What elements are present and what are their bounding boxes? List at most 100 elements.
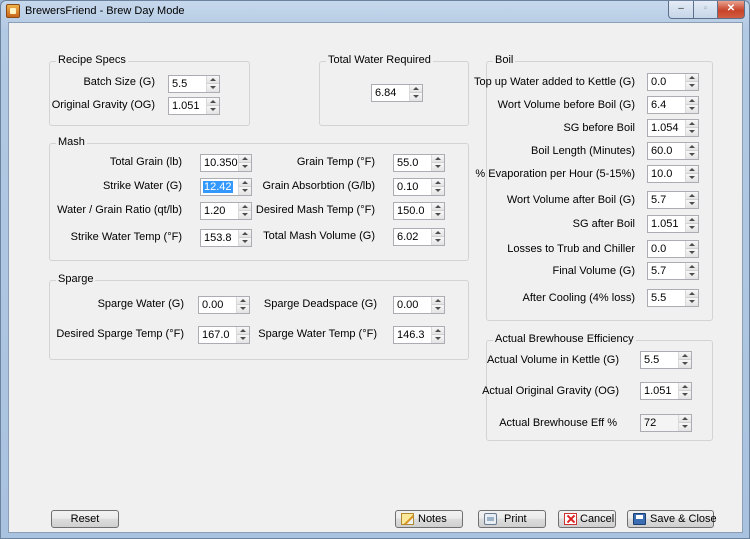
notes-button[interactable]: Notes bbox=[395, 510, 463, 528]
spin-down-icon[interactable] bbox=[239, 163, 251, 171]
spin-arrows-icon[interactable] bbox=[678, 383, 691, 399]
spin-up-icon[interactable] bbox=[686, 97, 698, 105]
boil-length-field[interactable]: 60.0 bbox=[647, 142, 699, 160]
spin-arrows-icon[interactable] bbox=[238, 179, 251, 195]
spin-up-icon[interactable] bbox=[432, 179, 444, 187]
spin-down-icon[interactable] bbox=[237, 335, 249, 343]
spin-arrows-icon[interactable] bbox=[678, 352, 691, 368]
spin-up-icon[interactable] bbox=[239, 203, 251, 211]
spin-down-icon[interactable] bbox=[432, 237, 444, 245]
spin-arrows-icon[interactable] bbox=[685, 192, 698, 208]
title-bar[interactable]: BrewersFriend - Brew Day Mode – ▫ ✕ bbox=[1, 1, 749, 21]
spin-up-icon[interactable] bbox=[432, 229, 444, 237]
spin-down-icon[interactable] bbox=[410, 93, 422, 101]
spin-down-icon[interactable] bbox=[239, 211, 251, 219]
spin-up-icon[interactable] bbox=[239, 179, 251, 187]
evaporation-field[interactable]: 10.0 bbox=[647, 165, 699, 183]
spin-down-icon[interactable] bbox=[679, 391, 691, 399]
spin-up-icon[interactable] bbox=[432, 203, 444, 211]
spin-down-icon[interactable] bbox=[686, 200, 698, 208]
spin-arrows-icon[interactable] bbox=[431, 155, 444, 171]
minimize-button[interactable]: – bbox=[668, 1, 694, 19]
spin-arrows-icon[interactable] bbox=[236, 327, 249, 343]
top-up-water-field[interactable]: 0.0 bbox=[647, 73, 699, 91]
sg-before-boil-field[interactable]: 1.054 bbox=[647, 119, 699, 137]
desired-sparge-temp-field[interactable]: 167.0 bbox=[198, 326, 250, 344]
spin-up-icon[interactable] bbox=[239, 230, 251, 238]
spin-down-icon[interactable] bbox=[679, 360, 691, 368]
print-button[interactable]: Print bbox=[478, 510, 546, 528]
spin-arrows-icon[interactable] bbox=[236, 297, 249, 313]
spin-down-icon[interactable] bbox=[686, 151, 698, 159]
spin-up-icon[interactable] bbox=[686, 241, 698, 249]
final-volume-field[interactable]: 5.7 bbox=[647, 262, 699, 280]
spin-down-icon[interactable] bbox=[432, 187, 444, 195]
sparge-water-field[interactable]: 0.00 bbox=[198, 296, 250, 314]
sparge-deadspace-field[interactable]: 0.00 bbox=[393, 296, 445, 314]
spin-down-icon[interactable] bbox=[686, 298, 698, 306]
actual-volume-field[interactable]: 5.5 bbox=[640, 351, 692, 369]
spin-up-icon[interactable] bbox=[679, 383, 691, 391]
wort-after-boil-field[interactable]: 5.7 bbox=[647, 191, 699, 209]
water-grain-ratio-field[interactable]: 1.20 bbox=[200, 202, 252, 220]
spin-down-icon[interactable] bbox=[686, 249, 698, 257]
spin-down-icon[interactable] bbox=[686, 224, 698, 232]
spin-arrows-icon[interactable] bbox=[206, 76, 219, 92]
spin-up-icon[interactable] bbox=[432, 327, 444, 335]
grain-absorption-field[interactable]: 0.10 bbox=[393, 178, 445, 196]
total-grain-field[interactable]: 10.350 bbox=[200, 154, 252, 172]
total-mash-volume-field[interactable]: 6.02 bbox=[393, 228, 445, 246]
spin-down-icon[interactable] bbox=[432, 211, 444, 219]
spin-down-icon[interactable] bbox=[686, 271, 698, 279]
spin-up-icon[interactable] bbox=[432, 297, 444, 305]
spin-up-icon[interactable] bbox=[207, 98, 219, 106]
spin-arrows-icon[interactable] bbox=[685, 74, 698, 90]
spin-down-icon[interactable] bbox=[432, 163, 444, 171]
spin-up-icon[interactable] bbox=[686, 143, 698, 151]
spin-arrows-icon[interactable] bbox=[431, 179, 444, 195]
spin-up-icon[interactable] bbox=[237, 297, 249, 305]
spin-up-icon[interactable] bbox=[679, 352, 691, 360]
spin-down-icon[interactable] bbox=[237, 305, 249, 313]
spin-up-icon[interactable] bbox=[410, 85, 422, 93]
spin-arrows-icon[interactable] bbox=[685, 241, 698, 257]
spin-arrows-icon[interactable] bbox=[431, 297, 444, 313]
spin-up-icon[interactable] bbox=[679, 415, 691, 423]
spin-arrows-icon[interactable] bbox=[238, 230, 251, 246]
spin-up-icon[interactable] bbox=[432, 155, 444, 163]
spin-arrows-icon[interactable] bbox=[238, 155, 251, 171]
spin-down-icon[interactable] bbox=[239, 187, 251, 195]
total-water-field[interactable]: 6.84 bbox=[371, 84, 423, 102]
spin-down-icon[interactable] bbox=[432, 305, 444, 313]
spin-arrows-icon[interactable] bbox=[685, 143, 698, 159]
strike-water-temp-field[interactable]: 153.8 bbox=[200, 229, 252, 247]
spin-arrows-icon[interactable] bbox=[685, 263, 698, 279]
spin-down-icon[interactable] bbox=[207, 106, 219, 114]
spin-up-icon[interactable] bbox=[207, 76, 219, 84]
spin-arrows-icon[interactable] bbox=[431, 203, 444, 219]
brewhouse-eff-field[interactable]: 72 bbox=[640, 414, 692, 432]
strike-water-field[interactable]: 12.42 bbox=[200, 178, 252, 196]
maximize-button[interactable]: ▫ bbox=[693, 1, 718, 19]
spin-down-icon[interactable] bbox=[432, 335, 444, 343]
spin-down-icon[interactable] bbox=[686, 82, 698, 90]
spin-up-icon[interactable] bbox=[686, 192, 698, 200]
spin-arrows-icon[interactable] bbox=[678, 415, 691, 431]
after-cooling-field[interactable]: 5.5 bbox=[647, 289, 699, 307]
spin-arrows-icon[interactable] bbox=[238, 203, 251, 219]
spin-up-icon[interactable] bbox=[686, 120, 698, 128]
spin-up-icon[interactable] bbox=[686, 263, 698, 271]
spin-down-icon[interactable] bbox=[239, 238, 251, 246]
spin-arrows-icon[interactable] bbox=[431, 229, 444, 245]
spin-arrows-icon[interactable] bbox=[206, 98, 219, 114]
spin-down-icon[interactable] bbox=[686, 128, 698, 136]
save-close-button[interactable]: Save & Close bbox=[627, 510, 717, 528]
spin-down-icon[interactable] bbox=[686, 174, 698, 182]
spin-arrows-icon[interactable] bbox=[685, 290, 698, 306]
spin-arrows-icon[interactable] bbox=[685, 120, 698, 136]
spin-down-icon[interactable] bbox=[686, 105, 698, 113]
spin-arrows-icon[interactable] bbox=[685, 97, 698, 113]
spin-arrows-icon[interactable] bbox=[685, 166, 698, 182]
spin-down-icon[interactable] bbox=[679, 423, 691, 431]
spin-arrows-icon[interactable] bbox=[431, 327, 444, 343]
